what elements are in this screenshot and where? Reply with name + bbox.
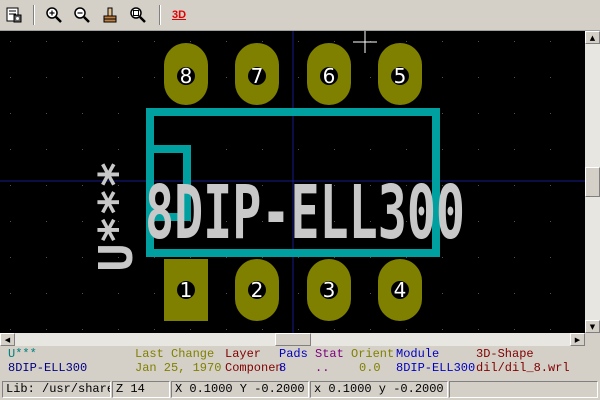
msg-value: 0.0 (359, 361, 381, 375)
status-bar: Lib: /usr/share Z 14 X 0.1000 Y -0.2000 … (0, 379, 600, 400)
msg-pads: Pads 8 (279, 347, 308, 375)
scroll-left-arrow[interactable]: ◀ (0, 333, 15, 346)
msg-last-change: Last Change Jan 25, 1970 (135, 347, 221, 375)
redraw-button[interactable] (99, 4, 121, 26)
msg-value: 8 (279, 361, 287, 375)
zoom-in-button[interactable] (43, 4, 65, 26)
msg-header: 3D-Shape (476, 347, 534, 361)
pad-number: 1 (180, 278, 193, 302)
module-properties-icon (6, 7, 22, 23)
pad-number: 8 (180, 64, 193, 88)
pad[interactable]: 3 (307, 259, 351, 321)
msg-header: Orient (351, 347, 395, 361)
msg-value: Componen (225, 361, 283, 375)
msg-module: Module 8DIP-ELL300 (396, 347, 475, 375)
pad[interactable]: 7 (235, 43, 279, 105)
msg-layer: Layer Componen (225, 347, 283, 375)
vertical-scroll-thumb[interactable] (585, 167, 600, 197)
scroll-right-arrow[interactable]: ▶ (570, 333, 585, 346)
msg-header: Stat (315, 347, 344, 361)
value-text[interactable]: 8DIP-ELL300 (145, 170, 465, 256)
status-library: Lib: /usr/share (2, 381, 111, 398)
pad[interactable]: 1 (164, 259, 208, 321)
status-rel-coords: x 0.1000 y -0.2000 (310, 381, 448, 398)
toolbar: 3D (0, 0, 600, 31)
pad-number: 3 (323, 278, 336, 302)
redraw-icon (103, 7, 117, 23)
msg-3d-shape: 3D-Shape dil/dil_8.wrl (476, 347, 570, 375)
msg-value: dil/dil_8.wrl (476, 361, 570, 375)
reference-text[interactable]: U*** (89, 161, 143, 272)
vertical-scrollbar[interactable]: ▲ ▼ (585, 31, 600, 333)
module-properties-button[interactable] (3, 4, 25, 26)
scroll-up-arrow[interactable]: ▲ (585, 31, 600, 44)
pad[interactable]: 8 (164, 43, 208, 105)
scrollbar-corner (585, 333, 600, 346)
msg-value: .. (315, 361, 330, 375)
msg-header: Module (396, 347, 440, 361)
pcb-canvas[interactable]: 8 7 6 5 1 2 3 4 U*** 8DIP-ELL300 (0, 31, 585, 333)
pad[interactable]: 2 (235, 259, 279, 321)
pad-number: 6 (323, 64, 336, 88)
msg-reference: U*** 8DIP-ELL300 (8, 347, 87, 375)
status-zoom: Z 14 (112, 381, 170, 398)
zoom-out-icon (74, 7, 90, 23)
zoom-out-button[interactable] (71, 4, 93, 26)
msg-stat: Stat .. (315, 347, 344, 375)
crosshair-cursor (353, 31, 377, 53)
status-abs-coords: X 0.1000 Y -0.2000 (171, 381, 309, 398)
msg-value: 8DIP-ELL300 (8, 361, 88, 375)
pad[interactable]: 5 (378, 43, 422, 105)
pad-number: 7 (251, 64, 264, 88)
status-empty (449, 381, 598, 398)
msg-header: U*** (8, 347, 37, 361)
msg-orient: Orient 0.0 (351, 347, 394, 375)
scroll-down-arrow[interactable]: ▼ (585, 320, 600, 333)
msg-value: Jan 25, 1970 (135, 361, 222, 375)
msg-header: Last Change (135, 347, 215, 361)
pad[interactable]: 6 (307, 43, 351, 105)
view-3d-button[interactable]: 3D (168, 4, 190, 26)
zoom-fit-icon (130, 7, 146, 23)
zoom-in-icon (46, 7, 62, 23)
msg-header: Pads (279, 347, 308, 361)
pad-number: 5 (394, 64, 407, 88)
zoom-fit-button[interactable] (127, 4, 149, 26)
pad[interactable]: 4 (378, 259, 422, 321)
pad-number: 2 (251, 278, 264, 302)
msg-value: 8DIP-ELL300 (396, 361, 476, 375)
footprint-view[interactable]: 8 7 6 5 1 2 3 4 U*** 8DIP-ELL300 (0, 31, 585, 333)
msg-header: Layer (225, 347, 262, 361)
horizontal-scrollbar[interactable]: ◀ ▶ (0, 333, 585, 346)
message-panel: U*** 8DIP-ELL300 Last Change Jan 25, 197… (0, 346, 600, 378)
horizontal-scroll-thumb[interactable] (275, 333, 311, 346)
pad-number: 4 (394, 278, 407, 302)
